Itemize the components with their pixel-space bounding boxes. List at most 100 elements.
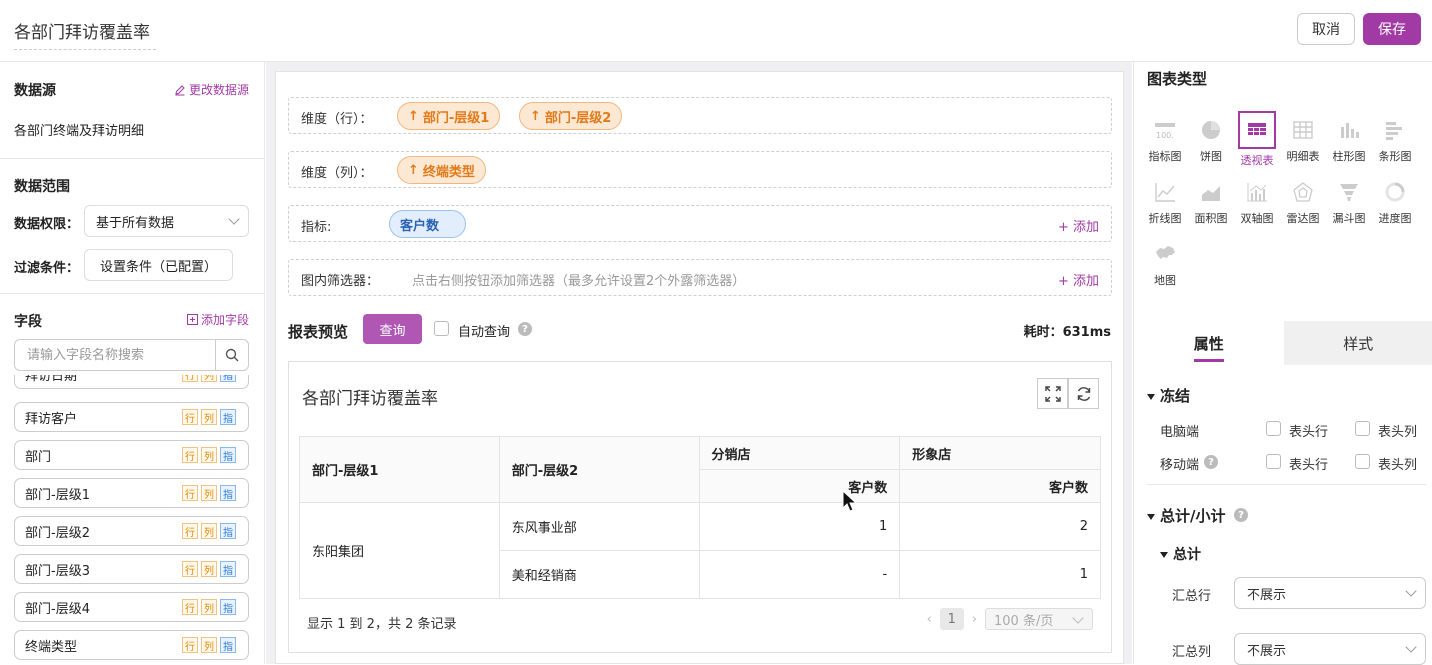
add-field-link[interactable]: 添加字段 bbox=[187, 311, 249, 328]
chart-type-9[interactable]: 雷达图 bbox=[1278, 174, 1328, 232]
tag-col[interactable]: 列 bbox=[201, 599, 217, 615]
pc-head-row-checkbox[interactable] bbox=[1266, 421, 1281, 436]
sum-col-select[interactable]: 不展示 bbox=[1234, 633, 1426, 665]
chart-type-icon bbox=[1197, 178, 1225, 206]
next-page-icon[interactable]: › bbox=[972, 612, 977, 627]
tag-row[interactable]: 行 bbox=[182, 561, 198, 577]
add-box-icon bbox=[187, 314, 198, 325]
tag-col[interactable]: 列 bbox=[201, 561, 217, 577]
chart-type-icon bbox=[1238, 111, 1276, 149]
totals-section[interactable]: 总计/小计 bbox=[1147, 505, 1225, 526]
row-pill[interactable]: ↑部门-层级1 bbox=[397, 102, 500, 130]
help-icon[interactable]: ? bbox=[1234, 508, 1248, 522]
field-item[interactable]: 部门行列指 bbox=[14, 440, 249, 470]
tag-row[interactable]: 行 bbox=[182, 485, 198, 501]
col-dimension-label: 维度（列）： bbox=[301, 162, 373, 181]
tag-col[interactable]: 列 bbox=[201, 409, 217, 425]
chart-type-7[interactable]: 面积图 bbox=[1186, 174, 1236, 232]
tag-col[interactable]: 列 bbox=[201, 447, 217, 463]
freeze-section[interactable]: 冻结 bbox=[1147, 385, 1190, 406]
tag-col[interactable]: 列 bbox=[201, 485, 217, 501]
tag-metric[interactable]: 指 bbox=[220, 637, 236, 653]
metric-pill[interactable]: 客户数 bbox=[389, 210, 466, 238]
mobile-head-row-checkbox[interactable] bbox=[1266, 454, 1281, 469]
row-pill[interactable]: ↑部门-层级2 bbox=[519, 102, 622, 130]
field-item[interactable]: 部门-层级2行列指 bbox=[14, 516, 249, 546]
tab-style[interactable]: 样式 bbox=[1284, 321, 1432, 365]
field-search-input[interactable] bbox=[15, 340, 217, 370]
chart-type-1[interactable]: 饼图 bbox=[1186, 112, 1236, 170]
add-filter-button[interactable]: + 添加 bbox=[1058, 270, 1099, 289]
chart-type-6[interactable]: 折线图 bbox=[1140, 174, 1190, 232]
chart-type-3[interactable]: 明细表 bbox=[1278, 112, 1328, 170]
tag-metric[interactable]: 指 bbox=[220, 409, 236, 425]
chart-type-12[interactable]: 地图 bbox=[1140, 236, 1190, 294]
field-item[interactable]: 终端类型行列指 bbox=[14, 630, 249, 660]
sum-row-select[interactable]: 不展示 bbox=[1234, 577, 1426, 609]
header-metric: 客户数 bbox=[900, 470, 1101, 503]
help-icon[interactable]: ? bbox=[518, 322, 532, 336]
fields-heading: 字段 bbox=[14, 311, 42, 331]
tag-col[interactable]: 列 bbox=[201, 375, 217, 382]
page-title[interactable]: 各部门拜访覆盖率 bbox=[14, 18, 156, 50]
divider bbox=[1147, 484, 1426, 485]
add-metric-button[interactable]: + 添加 bbox=[1058, 216, 1099, 235]
chart-type-2[interactable]: 透视表 bbox=[1232, 112, 1282, 170]
save-button[interactable]: 保存 bbox=[1363, 13, 1421, 45]
tag-metric[interactable]: 指 bbox=[220, 485, 236, 501]
pill-label: 部门-层级2 bbox=[545, 107, 611, 126]
tag-metric[interactable]: 指 bbox=[220, 523, 236, 539]
query-button[interactable]: 查询 bbox=[363, 314, 422, 344]
row-dimension-label: 维度（行）： bbox=[301, 108, 373, 127]
chart-type-11[interactable]: 进度图 bbox=[1370, 174, 1420, 232]
chart-type-5[interactable]: 条形图 bbox=[1370, 112, 1420, 170]
tag-col[interactable]: 列 bbox=[201, 637, 217, 653]
metric-dropzone[interactable]: 指标: 客户数 + 添加 bbox=[288, 205, 1112, 242]
fullscreen-button[interactable] bbox=[1037, 378, 1068, 409]
cancel-button[interactable]: 取消 bbox=[1297, 13, 1355, 45]
chart-type-10[interactable]: 漏斗图 bbox=[1324, 174, 1374, 232]
chart-type-icon: 100. bbox=[1151, 116, 1179, 144]
field-item[interactable]: 部门-层级1行列指 bbox=[14, 478, 249, 508]
filter-dropzone[interactable]: 图内筛选器： 点击右侧按钮添加筛选器（最多允许设置2个外露筛选器） + 添加 bbox=[288, 259, 1112, 296]
col-pill[interactable]: ↑终端类型 bbox=[397, 156, 486, 184]
field-tags: 行列指 bbox=[182, 375, 236, 382]
tag-row[interactable]: 行 bbox=[182, 409, 198, 425]
total-subsection[interactable]: 总计 bbox=[1160, 544, 1201, 564]
tag-row[interactable]: 行 bbox=[182, 599, 198, 615]
field-item[interactable]: 拜访客户行列指 bbox=[14, 402, 249, 432]
permission-select[interactable]: 基于所有数据 bbox=[84, 205, 249, 237]
value-cell: 2 bbox=[900, 503, 1101, 551]
field-item[interactable]: 部门-层级4行列指 bbox=[14, 592, 249, 622]
pc-head-col-checkbox[interactable] bbox=[1355, 421, 1370, 436]
tag-row[interactable]: 行 bbox=[182, 637, 198, 653]
tag-row[interactable]: 行 bbox=[182, 447, 198, 463]
prev-page-icon[interactable]: ‹ bbox=[927, 612, 932, 627]
field-item[interactable]: 拜访日期 行列指 bbox=[14, 375, 249, 389]
tag-col[interactable]: 列 bbox=[201, 523, 217, 539]
row-dimension-dropzone[interactable]: 维度（行）： ↑部门-层级1 ↑部门-层级2 bbox=[288, 97, 1112, 134]
field-item[interactable]: 部门-层级3 行列指 bbox=[14, 554, 249, 584]
col-dimension-dropzone[interactable]: 维度（列）： ↑终端类型 bbox=[288, 151, 1112, 188]
field-name: 部门-层级3 bbox=[25, 560, 90, 579]
page-number[interactable]: 1 bbox=[940, 608, 964, 630]
search-button[interactable] bbox=[215, 340, 248, 370]
tag-metric[interactable]: 指 bbox=[220, 447, 236, 463]
mobile-head-col-checkbox[interactable] bbox=[1355, 454, 1370, 469]
chart-type-0[interactable]: 100.指标图 bbox=[1140, 112, 1190, 170]
tag-row[interactable]: 行 bbox=[182, 375, 198, 382]
refresh-button[interactable] bbox=[1068, 378, 1099, 409]
chart-type-4[interactable]: 柱形图 bbox=[1324, 112, 1374, 170]
tag-metric[interactable]: 指 bbox=[220, 561, 236, 577]
chart-type-icon bbox=[1151, 178, 1179, 206]
tag-row[interactable]: 行 bbox=[182, 523, 198, 539]
tag-metric[interactable]: 指 bbox=[220, 599, 236, 615]
help-icon[interactable]: ? bbox=[1204, 455, 1218, 469]
active-tab-indicator bbox=[1194, 359, 1224, 362]
auto-query-checkbox[interactable] bbox=[434, 321, 449, 336]
change-datasource-link[interactable]: 更改数据源 bbox=[174, 81, 249, 98]
page-size-select[interactable]: 100 条/页 bbox=[985, 608, 1093, 630]
chart-type-8[interactable]: 双轴图 bbox=[1232, 174, 1282, 232]
tag-metric[interactable]: 指 bbox=[220, 375, 236, 382]
filter-condition-button[interactable]: 设置条件（已配置） bbox=[84, 249, 233, 281]
